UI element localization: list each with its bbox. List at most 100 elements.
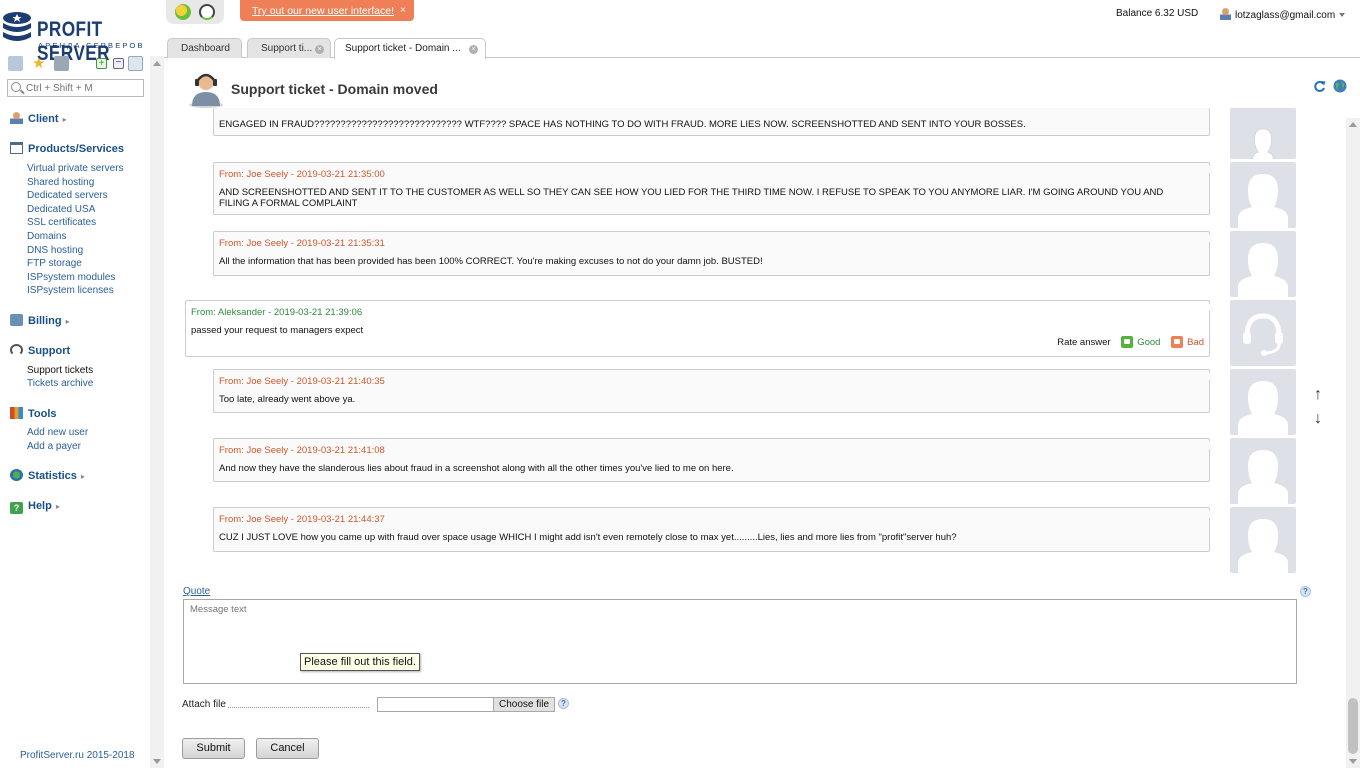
- user-silhouette-icon: [1252, 128, 1274, 159]
- menu-search-input[interactable]: [26, 81, 141, 95]
- scroll-to-bottom-arrow-icon[interactable]: ↓: [1314, 410, 1324, 428]
- nav-link-dedicated-servers[interactable]: Dedicated servers: [27, 190, 108, 201]
- scroll-to-top-arrow-icon[interactable]: ↑: [1314, 386, 1324, 404]
- main-scrollbar[interactable]: [1346, 118, 1360, 768]
- refresh-icon[interactable]: [1313, 80, 1326, 93]
- scroll-up-icon[interactable]: [1349, 122, 1357, 127]
- quote-link[interactable]: Quote: [183, 586, 210, 597]
- sidebar: PROFIT SERVER АРЕНДА СЕРВЕРОВ ★ + − Clie…: [0, 0, 150, 768]
- nav-link-add-payer[interactable]: Add a payer: [27, 441, 81, 452]
- message-field[interactable]: [183, 599, 1297, 684]
- nav-statistics[interactable]: Statistics ▸: [10, 469, 85, 482]
- user-silhouette-icon: [1238, 450, 1288, 504]
- message-from: From: Joe Seely - 2019-03-21 21:44:37: [219, 514, 385, 525]
- globe-icon[interactable]: [1333, 79, 1347, 93]
- nav-client[interactable]: Client ▸: [10, 112, 67, 125]
- headset-icon: [10, 344, 23, 356]
- new-interface-link[interactable]: Try out our new user interface!: [252, 5, 394, 17]
- chevron-down-icon: [1339, 13, 1346, 17]
- chevron-right-icon: ▸: [65, 317, 70, 326]
- user-menu[interactable]: lotzaglass@gmail.com: [1220, 8, 1346, 21]
- brand-tagline: АРЕНДА СЕРВЕРОВ: [38, 41, 145, 50]
- message-from: From: Joe Seely - 2019-03-21 21:35:00: [219, 169, 385, 180]
- nav-link-shared-hosting[interactable]: Shared hosting: [27, 177, 94, 188]
- customer-avatar: [1230, 231, 1296, 297]
- nav-link-ssl[interactable]: SSL certificates: [27, 217, 96, 228]
- tab-support-tickets[interactable]: Support ti... ×: [247, 38, 331, 58]
- message-body: ENGAGED IN FRAUD????????????????????????…: [219, 119, 1026, 130]
- customer-avatar: [1230, 162, 1296, 228]
- help-icon[interactable]: ?: [558, 698, 569, 709]
- rate-good-button[interactable]: Good: [1121, 336, 1160, 348]
- tools-icon: [10, 407, 23, 419]
- chevron-right-icon: ▸: [62, 115, 67, 124]
- tab-bar: Dashboard Support ti... × Support ticket …: [164, 38, 1360, 59]
- cancel-button[interactable]: Cancel: [256, 738, 319, 759]
- close-icon[interactable]: ×: [400, 5, 406, 16]
- rate-bad-button[interactable]: Bad: [1171, 336, 1204, 348]
- message-body: All the information that has been provid…: [219, 256, 763, 267]
- scroll-thumb[interactable]: [1348, 698, 1358, 754]
- sidebar-scrollbar[interactable]: [150, 56, 164, 768]
- nav-link-vps[interactable]: Virtual private servers: [27, 163, 124, 174]
- billing-icon: [10, 314, 23, 326]
- nav-link-support-tickets[interactable]: Support tickets: [27, 365, 93, 376]
- choose-file-button[interactable]: Choose file: [493, 698, 554, 711]
- nav-link-domains[interactable]: Domains: [27, 231, 66, 242]
- nav-link-tickets-archive[interactable]: Tickets archive: [27, 378, 93, 389]
- user-silhouette-icon: [1238, 243, 1288, 297]
- submit-button[interactable]: Submit: [182, 738, 245, 759]
- nav-link-isp-licenses[interactable]: ISPsystem licenses: [27, 285, 114, 296]
- nav-link-ftp[interactable]: FTP storage: [27, 258, 82, 269]
- nav-support[interactable]: Support: [10, 344, 70, 357]
- nav-products[interactable]: Products/Services: [10, 142, 124, 155]
- coins-icon[interactable]: [175, 4, 191, 20]
- nav-help[interactable]: ? Help ▸: [10, 500, 60, 514]
- user-silhouette-icon: [1238, 381, 1288, 435]
- support-agent-icon: [189, 73, 223, 108]
- expand-all-icon[interactable]: +: [96, 58, 107, 69]
- nav-link-isp-modules[interactable]: ISPsystem modules: [27, 272, 115, 283]
- ticket-message: From: Joe Seely - 2019-03-21 21:40:35 To…: [213, 369, 1210, 413]
- support-headset-icon[interactable]: [199, 4, 215, 20]
- nav-link-dedicated-usa[interactable]: Dedicated USA: [27, 204, 95, 215]
- menu-search[interactable]: [7, 79, 144, 97]
- user-email: lotzaglass@gmail.com: [1235, 10, 1336, 21]
- copyright[interactable]: ProfitServer.ru 2015-2018: [20, 750, 135, 761]
- favorites-star-icon[interactable]: ★: [32, 56, 47, 71]
- search-icon: [11, 82, 21, 92]
- close-tab-icon[interactable]: ×: [469, 45, 478, 54]
- scroll-down-icon[interactable]: [1349, 759, 1357, 764]
- nav-link-dns[interactable]: DNS hosting: [27, 245, 83, 256]
- ticket-message: ENGAGED IN FRAUD????????????????????????…: [213, 108, 1210, 136]
- briefcase-icon[interactable]: [54, 56, 69, 71]
- nav-link-add-user[interactable]: Add new user: [27, 427, 88, 438]
- customer-avatar: [1230, 438, 1296, 504]
- menu-tree-icon[interactable]: [8, 56, 23, 71]
- cart-icon: [10, 142, 23, 154]
- chevron-right-icon: ▸: [55, 502, 60, 511]
- message-body: Too late, already went above ya.: [219, 394, 356, 405]
- server-disk-icon: [3, 12, 31, 41]
- ticket-message: From: Joe Seely - 2019-03-21 21:44:37 CU…: [213, 507, 1210, 552]
- balance[interactable]: Balance 6.32 USD: [1116, 8, 1198, 19]
- collapse-all-icon[interactable]: −: [113, 58, 124, 69]
- pin-icon[interactable]: [128, 56, 143, 71]
- chevron-right-icon: ▸: [80, 472, 85, 481]
- brand-logo[interactable]: PROFIT SERVER АРЕНДА СЕРВЕРОВ: [0, 4, 150, 65]
- scroll-down-icon[interactable]: [153, 759, 161, 764]
- help-icon[interactable]: ?: [1300, 586, 1311, 597]
- tab-support-ticket-domain[interactable]: Support ticket - Domain ... ×: [334, 38, 486, 59]
- rate-label: Rate answer: [1057, 337, 1111, 348]
- attach-file-label: Attach file: [182, 699, 226, 710]
- ticket-message: From: Joe Seely - 2019-03-21 21:35:31 Al…: [213, 231, 1210, 276]
- tab-dashboard[interactable]: Dashboard: [167, 38, 242, 58]
- validation-tooltip: Please fill out this field.: [300, 653, 420, 671]
- promo-banner: Try out our new user interface! ×: [240, 0, 414, 21]
- file-input[interactable]: Choose file: [377, 697, 555, 712]
- nav-tools[interactable]: Tools: [10, 407, 57, 420]
- message-from: From: Joe Seely - 2019-03-21 21:40:35: [219, 376, 385, 387]
- scroll-up-icon[interactable]: [153, 61, 161, 66]
- close-tab-icon[interactable]: ×: [315, 45, 324, 54]
- nav-billing[interactable]: Billing ▸: [10, 314, 70, 327]
